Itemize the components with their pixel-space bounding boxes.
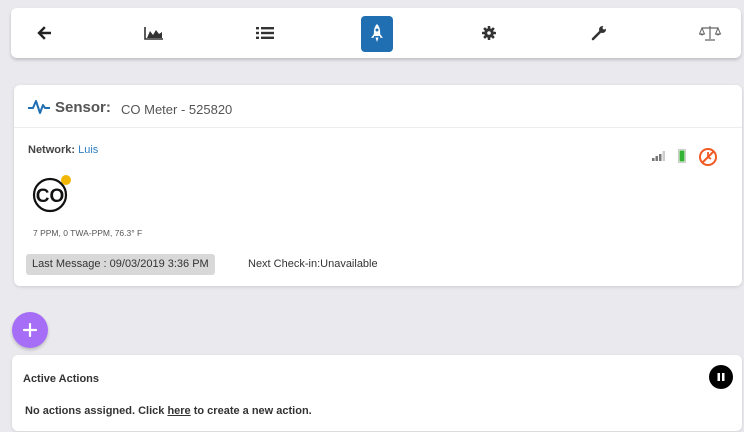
rocket-icon: [371, 24, 383, 42]
back-arrow-icon: [37, 26, 51, 40]
plus-icon: [23, 323, 37, 337]
active-actions-card: Active Actions No actions assigned. Clic…: [12, 355, 742, 431]
network-link[interactable]: Luis: [78, 144, 98, 156]
chart-icon: [144, 27, 163, 40]
rocket-button[interactable]: [361, 16, 393, 52]
battery-icon: [678, 149, 686, 163]
sensor-reading: 7 PPM, 0 TWA-PPM, 76.3° F: [33, 228, 143, 238]
network-label: Network:: [28, 144, 76, 156]
add-button[interactable]: [12, 312, 48, 348]
signal-icon: [652, 151, 665, 161]
sensor-label: Sensor:: [55, 99, 111, 116]
next-checkin-text: Next Check-in:Unavailable: [248, 258, 378, 270]
last-message-badge: Last Message : 09/03/2019 3:36 PM: [26, 254, 215, 275]
no-checkin-icon: [699, 148, 717, 166]
scale-icon: [699, 26, 721, 41]
wrench-icon: [591, 26, 606, 41]
active-actions-title: Active Actions: [23, 373, 100, 385]
co-icon-text: CO: [36, 186, 65, 207]
scale-button[interactable]: [688, 8, 732, 58]
sensor-card: Sensor: CO Meter - 525820 Network: Luis …: [14, 85, 742, 286]
sensor-header: Sensor: CO Meter - 525820: [14, 85, 742, 128]
list-button[interactable]: [243, 8, 287, 58]
chart-button[interactable]: [132, 8, 176, 58]
pause-icon: [717, 373, 725, 381]
pulse-icon: [28, 100, 50, 114]
settings-button[interactable]: [467, 8, 511, 58]
create-action-link[interactable]: here: [167, 405, 190, 417]
sensor-name: CO Meter - 525820: [121, 102, 233, 117]
list-icon: [256, 27, 274, 39]
back-button[interactable]: [22, 8, 66, 58]
top-navbar: [11, 8, 741, 58]
no-actions-text-after: to create a new action.: [190, 405, 312, 417]
gear-icon: [482, 26, 496, 40]
tools-button[interactable]: [577, 8, 621, 58]
co-sensor-icon: CO: [32, 175, 71, 213]
no-actions-text-before: No actions assigned. Click: [25, 405, 168, 417]
no-actions-message: No actions assigned. Click here to creat…: [25, 405, 312, 417]
pause-button[interactable]: [709, 365, 733, 389]
network-line: Network: Luis: [28, 144, 98, 156]
